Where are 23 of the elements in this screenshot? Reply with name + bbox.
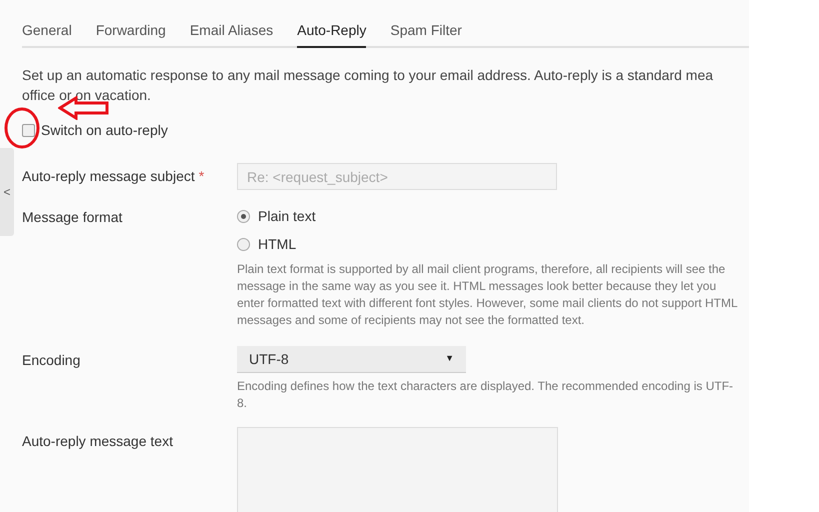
checkbox-label: Switch on auto-reply: [41, 121, 168, 140]
field-label: Message format: [22, 209, 122, 225]
tab[interactable]: Email Aliases: [190, 20, 274, 48]
subject-input[interactable]: Re: <request_subject>: [237, 163, 557, 190]
radio-button[interactable]: [237, 210, 250, 222]
tab[interactable]: General: [22, 20, 72, 48]
radio-label: HTML: [258, 234, 296, 254]
field-label: Auto-reply message text: [22, 433, 173, 449]
sidebar-toggle[interactable]: <: [0, 148, 14, 236]
annotation-circle: [4, 107, 40, 149]
radio-button[interactable]: [237, 238, 250, 250]
field-label: Encoding: [22, 352, 80, 368]
required-mark: *: [198, 167, 204, 186]
description-text: Set up an automatic response to any mail message coming to your email address. Auto-reply is a standard mea: [22, 66, 714, 85]
hint-text: Encoding defines how the text characters are displayed. The recommended encoding is UTF-8.: [237, 378, 734, 412]
tab[interactable]: Forwarding: [96, 20, 166, 48]
tab[interactable]: Spam Filter: [390, 20, 462, 48]
field-label: Auto-reply message subject: [22, 167, 195, 186]
checkbox[interactable]: [22, 124, 35, 137]
radio-label: Plain text: [258, 206, 316, 226]
tab[interactable]: Auto-Reply: [297, 20, 366, 48]
encoding-select[interactable]: UTF-8 ▼: [237, 346, 466, 373]
hint-text: Plain text format is supported by all mail client programs, therefore, all recipients will see the message in the same way as you see it. HTML messages look better because they let you enter formatted text with different font styles. However, some mail clients do not support HTML messages and some of recipients may not see the formatted text.: [237, 261, 738, 329]
